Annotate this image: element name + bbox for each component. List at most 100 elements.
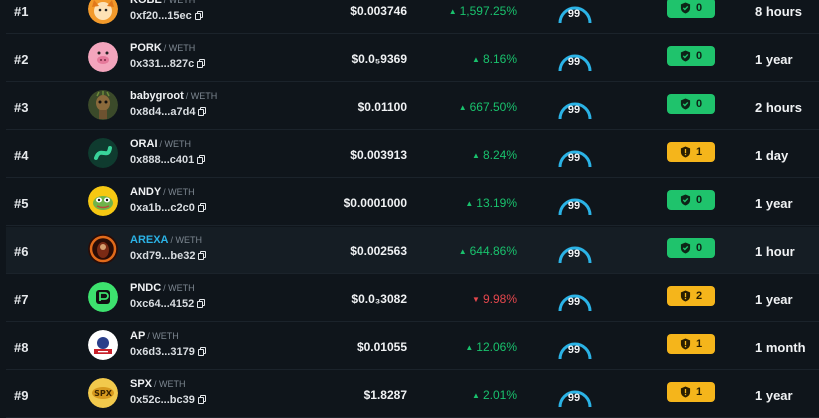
audit-badge[interactable]: 0 [667,190,715,210]
price-change-value: 1,597.25% [459,4,517,18]
arrow-up-icon: ▲ [465,343,474,352]
copy-icon[interactable] [197,155,206,164]
audit-badge[interactable]: 0 [667,238,715,258]
table-row[interactable]: #7 PNDC / WETH 0xc64...4152 $0.0₃3082 ▼ 9.… [6,275,819,322]
copy-icon[interactable] [197,203,206,212]
pair-age: 1 year [755,388,793,403]
shield-check-icon [680,194,691,206]
audit-count: 0 [695,2,703,14]
token-address: 0x331...827c [130,58,206,70]
shield-alert-icon [680,386,691,398]
copy-icon[interactable] [198,251,207,260]
score-gauge[interactable]: 99 [557,377,595,411]
token-name[interactable]: AREXA / WETH [130,234,202,246]
rank: #6 [14,244,29,259]
token-symbol[interactable]: PORK [130,42,162,54]
audit-badge[interactable]: 1 [667,142,715,162]
table-row[interactable]: #6 AREXA / WETH 0xd79...be32 $0.002563 ▲ 6… [6,227,819,274]
token-symbol[interactable]: ANDY [130,186,161,198]
token-symbol[interactable]: PNDC [130,282,161,294]
pair-age: 2 hours [755,100,802,115]
audit-badge[interactable]: 0 [667,94,715,114]
price-change-value: 12.06% [476,340,517,354]
price: $0.01055 [356,340,407,354]
token-name[interactable]: ANDY / WETH [130,186,195,198]
token-name[interactable]: PORK / WETH [130,42,195,54]
shield-alert-icon [680,146,691,158]
token-name[interactable]: PNDC / WETH [130,282,195,294]
token-symbol[interactable]: AP [130,330,145,342]
audit-badge[interactable]: 0 [667,46,715,66]
price-change: ▼ 9.98% [472,292,517,306]
copy-icon[interactable] [197,347,206,356]
table-row[interactable]: #1 KOBE / WETH 0xf20...15ec $0.003746 ▲ 1,… [6,0,819,34]
score-gauge[interactable]: 99 [557,185,595,219]
pndc-avatar-icon [88,282,118,312]
shield-check-icon [680,2,691,14]
arrow-up-icon: ▲ [458,103,467,112]
pair-quote: / WETH [170,235,203,245]
price-change: ▲ 12.06% [465,340,517,354]
token-symbol[interactable]: babygroot [130,90,184,102]
token-name[interactable]: SPX / WETH [130,378,186,390]
audit-badge[interactable]: 0 [667,0,715,18]
pair-age: 1 year [755,292,793,307]
audit-badge[interactable]: 1 [667,334,715,354]
token-name[interactable]: babygroot / WETH [130,90,217,102]
copy-icon[interactable] [198,107,207,116]
score-gauge[interactable]: 99 [557,329,595,363]
score-value: 99 [567,8,581,20]
score-value: 99 [567,296,581,308]
audit-badge[interactable]: 2 [667,286,715,306]
shield-alert-icon [680,338,691,350]
copy-icon[interactable] [197,395,206,404]
token-name[interactable]: ORAI / WETH [130,138,191,150]
pair-quote: / WETH [185,91,218,101]
price-change: ▲ 1,597.25% [449,4,517,18]
arexa-avatar-icon [88,234,118,264]
score-gauge[interactable]: 99 [557,41,595,75]
pair-age: 1 day [755,148,789,163]
table-row[interactable]: #4 ORAI / WETH 0x888...c401 $0.003913 ▲ 8.… [6,131,819,178]
pork-avatar-icon [88,42,118,72]
copy-icon[interactable] [197,59,206,68]
table-row[interactable]: #9 SPX SPX / WETH 0x52c...bc39 $1.8287 ▲ 2… [6,371,819,418]
token-symbol[interactable]: KOBE [130,0,162,6]
token-name[interactable]: KOBE / WETH [130,0,195,6]
score-value: 99 [567,200,581,212]
pair-age: 1 month [755,340,806,355]
table-row[interactable]: #5 ANDY / WETH 0xa1b...c2c0 $0.0001000 ▲ 1… [6,179,819,226]
score-gauge[interactable]: 99 [557,0,595,27]
token-symbol[interactable]: SPX [130,378,152,390]
pair-age: 1 hour [755,244,795,259]
score-gauge[interactable]: 99 [557,137,595,171]
arrow-up-icon: ▲ [472,151,480,160]
spx-avatar-icon: SPX [88,378,118,408]
table-row[interactable]: #2 PORK / WETH 0x331...827c $0.0₅9369 ▲ 8.… [6,35,819,82]
pair-quote: / WETH [163,0,196,5]
pair-quote: / WETH [163,283,195,293]
arrow-up-icon: ▲ [448,7,457,16]
token-symbol[interactable]: ORAI [130,138,158,150]
price-change-value: 644.86% [469,244,517,258]
copy-icon[interactable] [197,299,206,308]
token-address: 0xa1b...c2c0 [130,202,206,214]
score-value: 99 [567,344,581,356]
table-row[interactable]: #3 babygroot / WETH 0x8d4...a7d4 $0.01100… [6,83,819,130]
rank: #4 [14,148,29,163]
score-value: 99 [567,104,581,116]
audit-badge[interactable]: 1 [667,382,715,402]
price: $0.0001000 [343,196,407,210]
price: $0.002563 [350,244,407,258]
table-row[interactable]: #8 AP / WETH 0x6d3...3179 $0.01055 ▲ 12.06… [6,323,819,370]
pair-age: 1 year [755,196,793,211]
token-address: 0x888...c401 [130,154,206,166]
score-gauge[interactable]: 99 [557,281,595,315]
token-symbol[interactable]: AREXA [130,234,169,246]
copy-icon[interactable] [194,11,203,20]
token-name[interactable]: AP / WETH [130,330,179,342]
score-gauge[interactable]: 99 [557,89,595,123]
arrow-up-icon: ▲ [458,247,467,256]
score-gauge[interactable]: 99 [557,233,595,267]
shield-alert-icon [680,290,691,302]
